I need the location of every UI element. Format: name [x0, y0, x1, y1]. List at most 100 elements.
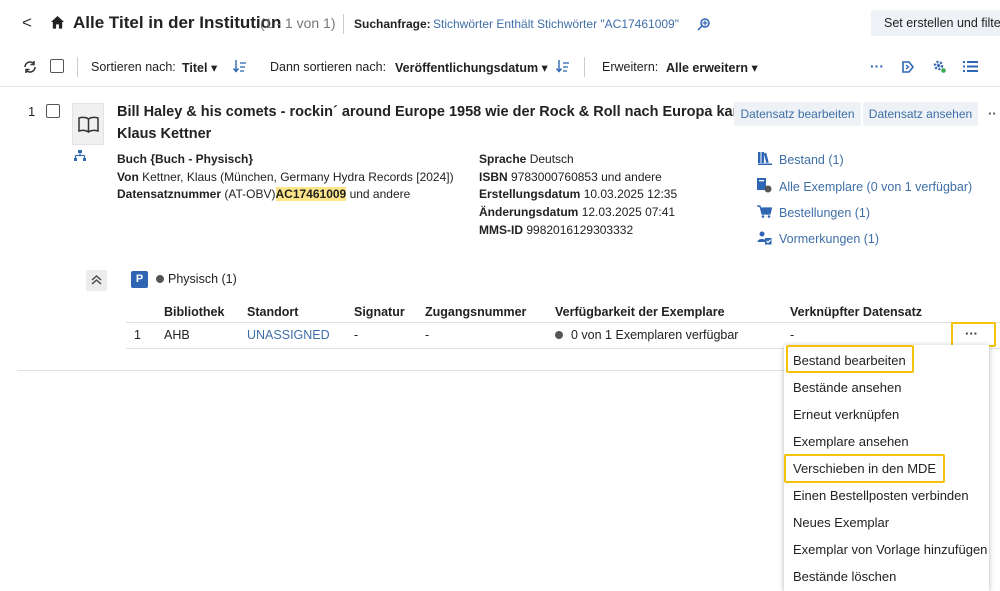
- record-title[interactable]: Bill Haley & his comets - rockin´ around…: [117, 104, 746, 120]
- row-index: 1: [126, 322, 156, 349]
- menu-item-delete-holdings[interactable]: Bestände löschen: [784, 563, 989, 590]
- record-language-label: Sprache: [479, 152, 527, 166]
- list-view-icon[interactable]: [963, 60, 978, 73]
- header-bar: < Alle Titel in der Institution (1 - 1 v…: [0, 0, 1000, 50]
- expand-select-value: Alle erweitern: [666, 61, 748, 75]
- menu-item-view-holdings[interactable]: Bestände ansehen: [784, 374, 989, 401]
- requests-link[interactable]: Vormerkungen (1): [779, 232, 879, 246]
- query-label: Suchanfrage:: [354, 17, 431, 31]
- record-thumbnail[interactable]: [72, 103, 104, 145]
- record-by-value: Kettner, Klaus (München, Germany Hydra R…: [142, 170, 454, 184]
- row-accession: -: [417, 322, 547, 349]
- menu-item-view-items[interactable]: Exemplare ansehen: [784, 428, 989, 455]
- holdings-header-row: Bibliothek Standort Signatur Zugangsnumm…: [126, 302, 1000, 323]
- row-library: AHB: [156, 322, 239, 349]
- sort-select[interactable]: Titel ▾: [182, 60, 217, 75]
- record-author-heading: Klaus Kettner: [117, 126, 212, 142]
- items-icon: [757, 178, 772, 193]
- select-all-checkbox[interactable]: [50, 59, 64, 73]
- record-language: Sprache Deutsch: [479, 152, 574, 166]
- availability-dot: [555, 331, 563, 339]
- edit-record-button[interactable]: Datensatz bearbeiten: [734, 102, 861, 126]
- record-number: Datensatznummer (AT-OBV)AC17461009 und a…: [117, 187, 410, 201]
- expand-label: Erweitern:: [602, 60, 659, 74]
- menu-item-new-item[interactable]: Neues Exemplar: [784, 509, 989, 536]
- create-set-button[interactable]: Set erstellen und filte: [871, 10, 1000, 36]
- record-index: 1: [28, 104, 36, 119]
- record-checkbox[interactable]: [46, 104, 60, 118]
- record-isbn: ISBN 9783000760853 und andere: [479, 170, 662, 184]
- row-actions-button[interactable]: ···: [951, 322, 996, 347]
- expand-select[interactable]: Alle erweitern ▾: [666, 60, 758, 75]
- col-availability[interactable]: Verfügbarkeit der Exemplare: [547, 302, 782, 323]
- collapse-button[interactable]: [86, 270, 107, 291]
- holdings-link[interactable]: Bestand (1): [779, 153, 844, 167]
- then-sort-select-value: Veröffentlichungsdatum: [395, 61, 539, 75]
- orders-link[interactable]: Bestellungen (1): [779, 206, 870, 220]
- record-number-label: Datensatznummer: [117, 187, 222, 201]
- refresh-icon[interactable]: [23, 60, 37, 74]
- sort-select-value: Titel: [182, 61, 208, 75]
- record-language-value: Deutsch: [529, 152, 574, 166]
- menu-item-add-item-from-template[interactable]: Exemplar von Vorlage hinzufügen: [784, 536, 989, 563]
- record-mms-value: 9982016129303332: [526, 223, 634, 237]
- holdings-table: Bibliothek Standort Signatur Zugangsnumm…: [126, 302, 1000, 349]
- record-divider: [17, 370, 784, 371]
- sort-label: Sortieren nach:: [91, 60, 176, 74]
- row-availability: 0 von 1 Exemplaren verfügbar: [547, 322, 782, 349]
- record-type: Buch {Buch - Physisch}: [117, 152, 254, 166]
- menu-item-relink[interactable]: Erneut verknüpfen: [784, 401, 989, 428]
- record-modified-label: Änderungsdatum: [479, 205, 579, 219]
- physical-label: Physisch (1): [168, 272, 237, 286]
- record-by: Von Kettner, Klaus (München, Germany Hyd…: [117, 170, 454, 184]
- sort-direction-icon[interactable]: [233, 59, 247, 73]
- record-modified-value: 12.03.2025 07:41: [581, 205, 676, 219]
- result-count: (1 - 1 von 1): [260, 15, 336, 31]
- col-location[interactable]: Standort: [239, 302, 346, 323]
- back-icon[interactable]: <: [22, 13, 32, 33]
- record-mms-label: MMS-ID: [479, 223, 523, 237]
- record-mms-id: MMS-ID 9982016129303332: [479, 223, 633, 237]
- requests-icon: [757, 231, 772, 245]
- settings-icon[interactable]: [932, 59, 947, 74]
- physical-status-dot: [156, 275, 164, 283]
- record-isbn-label: ISBN: [479, 170, 508, 184]
- search-edit-icon[interactable]: [697, 17, 711, 31]
- col-call-number[interactable]: Signatur: [346, 302, 417, 323]
- record-isbn-value: 9783000760853 und andere: [511, 170, 662, 184]
- then-sort-direction-icon[interactable]: [556, 59, 570, 73]
- highlight-move-to-mde: [784, 454, 945, 483]
- record-created-label: Erstellungsdatum: [479, 187, 581, 201]
- record-more-icon[interactable]: ··: [988, 106, 997, 121]
- row-actions-label: ···: [965, 326, 978, 341]
- col-linked[interactable]: Verknüpfter Datensatz: [782, 302, 1000, 323]
- row-call-number: -: [346, 322, 417, 349]
- col-accession[interactable]: Zugangsnummer: [417, 302, 547, 323]
- export-icon[interactable]: [901, 60, 915, 74]
- results-toolbar: Sortieren nach: Titel ▾ Dann sortieren n…: [0, 50, 1000, 84]
- record-modified: Änderungsdatum 12.03.2025 07:41: [479, 205, 675, 219]
- page-title: Alle Titel in der Institution: [73, 13, 282, 32]
- then-sort-label: Dann sortieren nach:: [270, 60, 387, 74]
- record-number-prefix: (AT-OBV): [224, 187, 276, 201]
- then-sort-select[interactable]: Veröffentlichungsdatum ▾: [395, 60, 548, 75]
- col-library[interactable]: Bibliothek: [156, 302, 239, 323]
- query-value[interactable]: Stichwörter Enthält Stichwörter "AC17461…: [433, 17, 679, 31]
- holdings-icon: [758, 152, 772, 165]
- col-index: [126, 302, 156, 323]
- book-icon: [78, 116, 99, 133]
- record-created-value: 10.03.2025 12:35: [583, 187, 678, 201]
- hierarchy-icon[interactable]: [74, 150, 86, 162]
- home-icon[interactable]: [50, 15, 65, 30]
- all-items-link[interactable]: Alle Exemplare (0 von 1 verfügbar): [779, 180, 972, 194]
- view-record-button[interactable]: Datensatz ansehen: [863, 102, 978, 126]
- more-actions-icon[interactable]: ···: [870, 58, 884, 74]
- highlight-edit-holdings: [786, 345, 914, 373]
- physical-badge: P: [131, 271, 148, 288]
- toolbar-divider: [0, 86, 1000, 87]
- record-by-label: Von: [117, 170, 139, 184]
- cart-icon: [757, 205, 772, 218]
- row-location-link[interactable]: UNASSIGNED: [239, 322, 346, 349]
- record-number-suffix: und andere: [349, 187, 411, 201]
- menu-item-link-po-line[interactable]: Einen Bestellposten verbinden: [784, 482, 989, 509]
